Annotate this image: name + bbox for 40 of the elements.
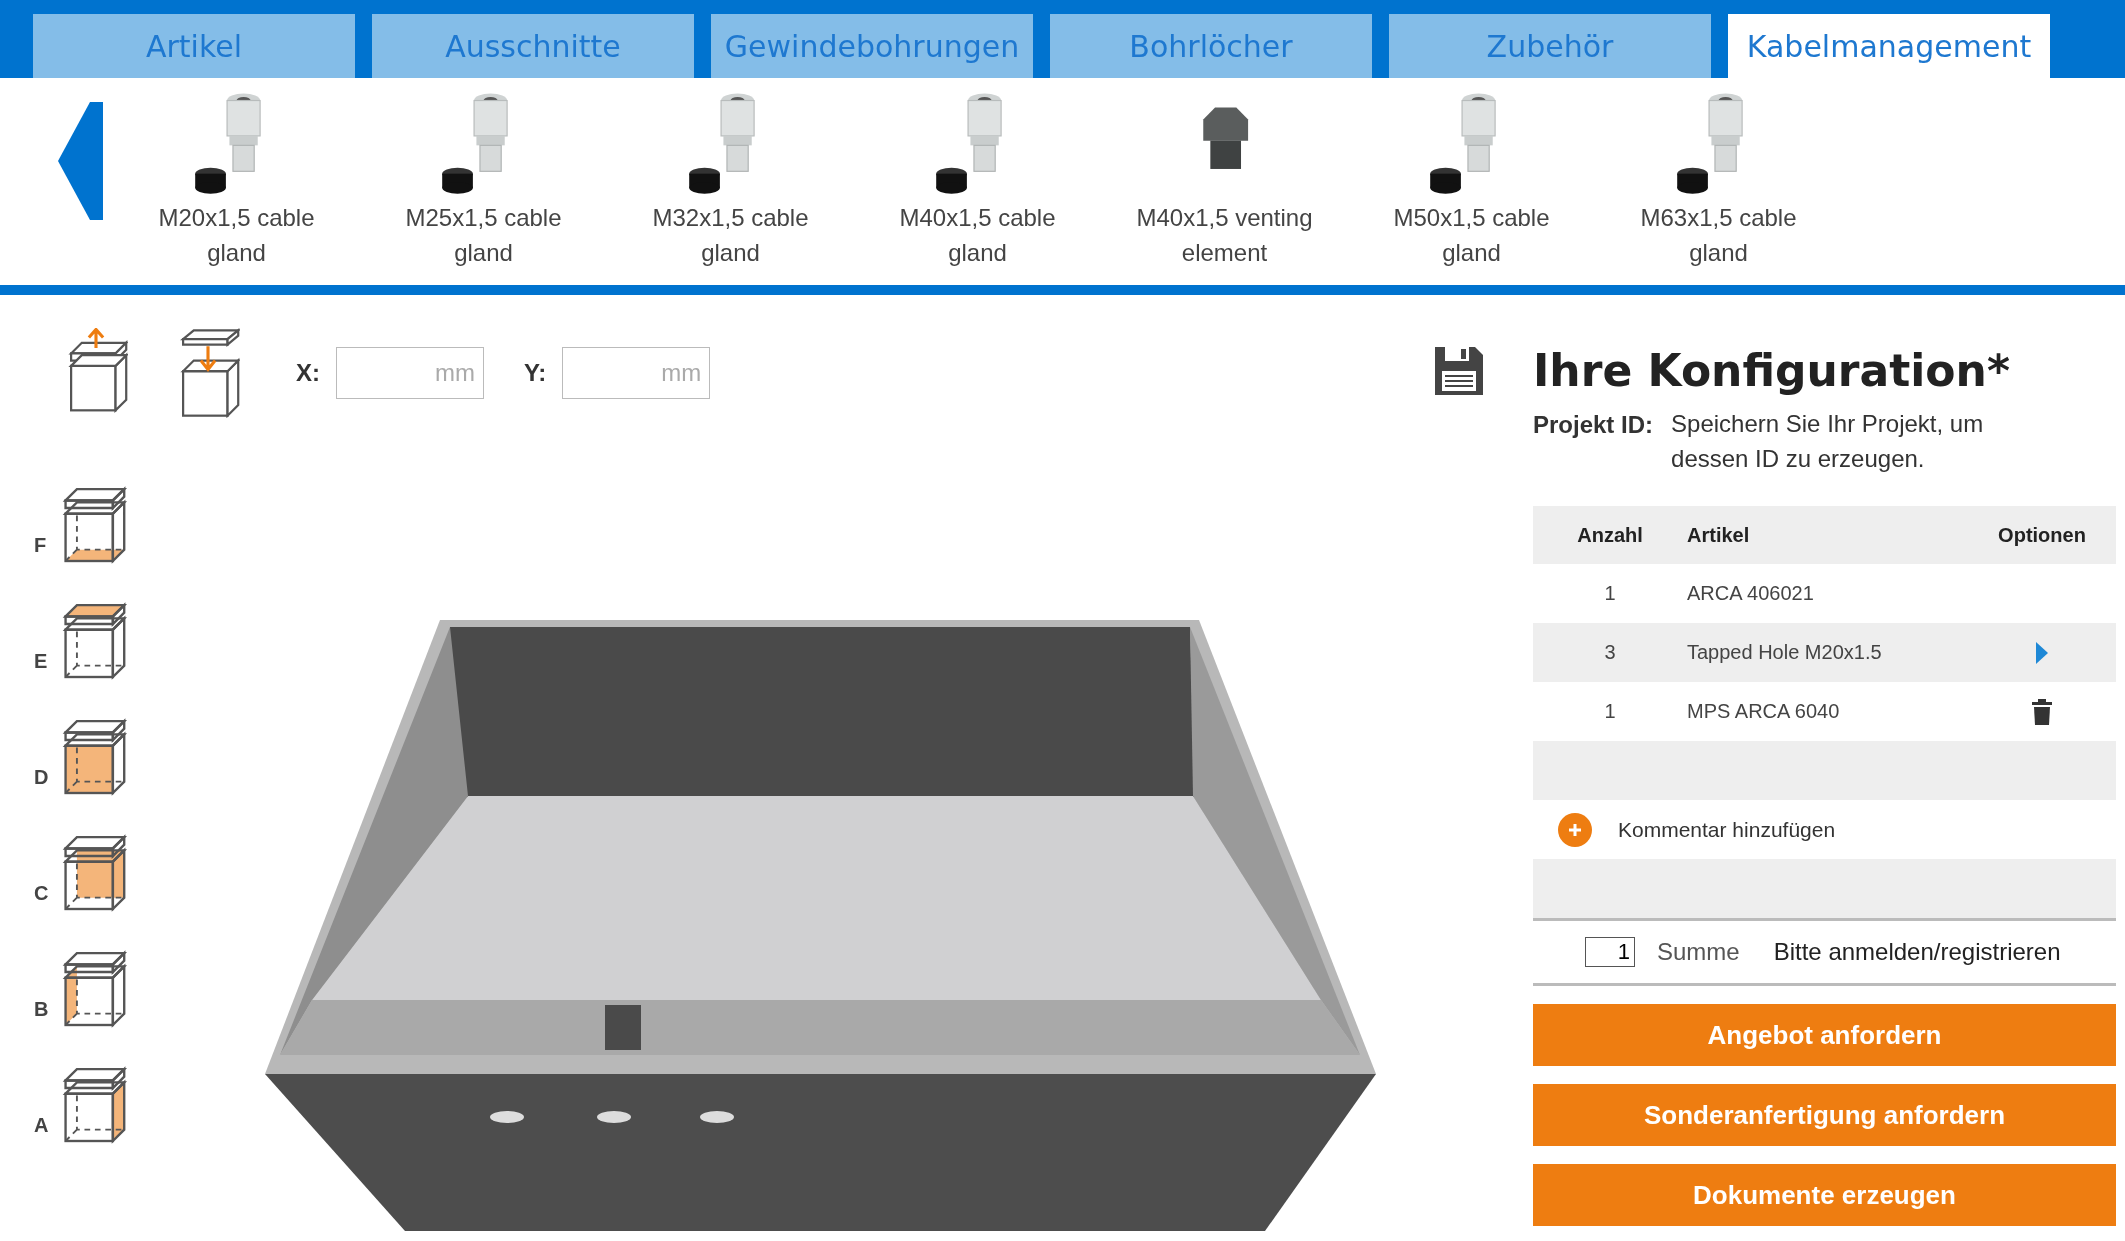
play-icon[interactable] (2036, 641, 2048, 664)
coordinate-field[interactable]: mm (336, 347, 484, 399)
article-cell-text: ARCA 406021 (1687, 582, 1815, 605)
enclosure-drawing[interactable] (265, 620, 1376, 1231)
add-icon[interactable] (1558, 812, 1592, 847)
quantity-cell-text: 1 (1603, 582, 1617, 605)
column-header: Anzahl (1576, 523, 1644, 547)
column-header: Optionen (1997, 523, 2087, 547)
product-label[interactable]: M50x1,5 cable gland (1361, 200, 1582, 270)
quantity-cell-text: 1 (1603, 700, 1617, 723)
quantity-cell-text: 3 (1603, 641, 1617, 664)
column-header: Artikel (1687, 523, 1751, 547)
product-label[interactable]: M20x1,5 cable gland (126, 200, 347, 270)
sum-value: Bitte anmelden/registrieren (1773, 938, 2061, 966)
product-label[interactable]: M32x1,5 cable gland (620, 200, 841, 270)
view-label: B (34, 998, 50, 1021)
tab[interactable]: Kabelmanagement (1728, 14, 2050, 78)
configuration-title: Ihre Konfiguration* (1533, 345, 2011, 397)
view-label: E (34, 650, 49, 673)
article-cell-text: Tapped Hole M20x1.5 (1687, 641, 1883, 664)
product-label[interactable]: M40x1,5 venting element (1114, 200, 1335, 270)
coordinate-label: X: (296, 359, 320, 387)
view-label: C (34, 882, 50, 905)
quantity-field[interactable]: 1 (1585, 937, 1635, 967)
trash-icon[interactable] (2032, 698, 2052, 725)
project-id-text: Speichern Sie Ihr Projekt, um dessen ID zu erzeugen. (1671, 409, 1985, 474)
coordinate-label: Y: (524, 359, 547, 387)
product-label[interactable]: M40x1,5 cable gland (867, 200, 1088, 270)
view-label: D (34, 766, 50, 789)
back-arrow-icon[interactable] (58, 102, 103, 220)
coordinate-field[interactable]: mm (562, 347, 711, 399)
project-id-label: Projekt ID: (1533, 411, 1654, 440)
sum-label: Summe (1657, 938, 1740, 966)
product-label[interactable]: M63x1,5 cable gland (1608, 200, 1829, 270)
save-icon[interactable] (1433, 345, 1485, 397)
view-label: A (34, 1114, 50, 1137)
product-label[interactable]: M25x1,5 cable gland (373, 200, 594, 270)
article-cell-text: MPS ARCA 6040 (1687, 700, 1841, 723)
view-label: F (34, 534, 48, 557)
add-comment-link[interactable]: Kommentar hinzufügen (1618, 817, 1836, 842)
